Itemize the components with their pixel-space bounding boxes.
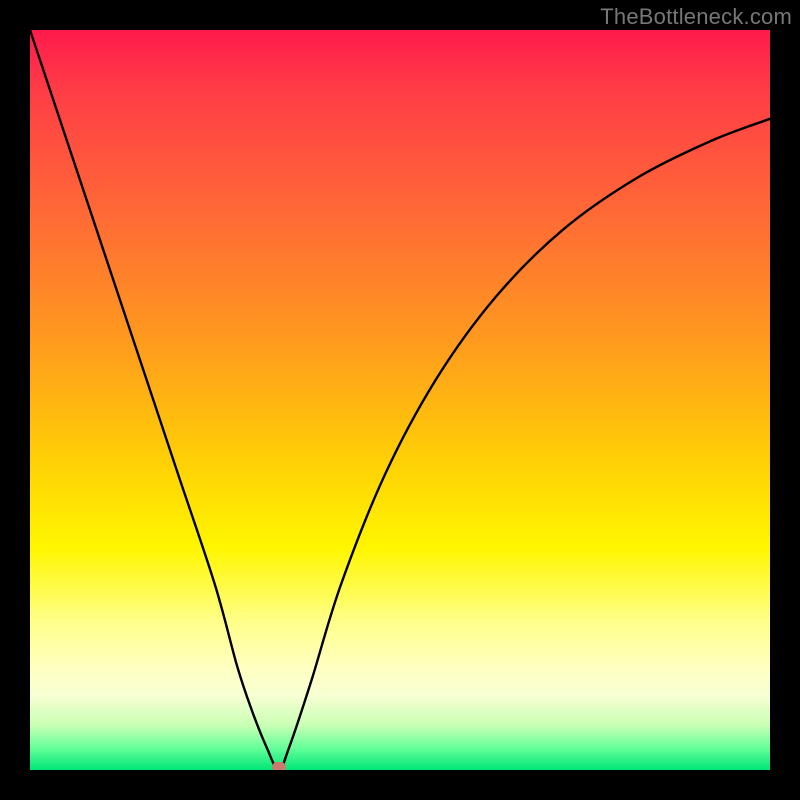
optimum-marker [272,762,286,770]
watermark-text: TheBottleneck.com [600,4,792,30]
plot-area [30,30,770,770]
chart-frame: TheBottleneck.com [0,0,800,800]
bottleneck-curve [30,30,770,770]
